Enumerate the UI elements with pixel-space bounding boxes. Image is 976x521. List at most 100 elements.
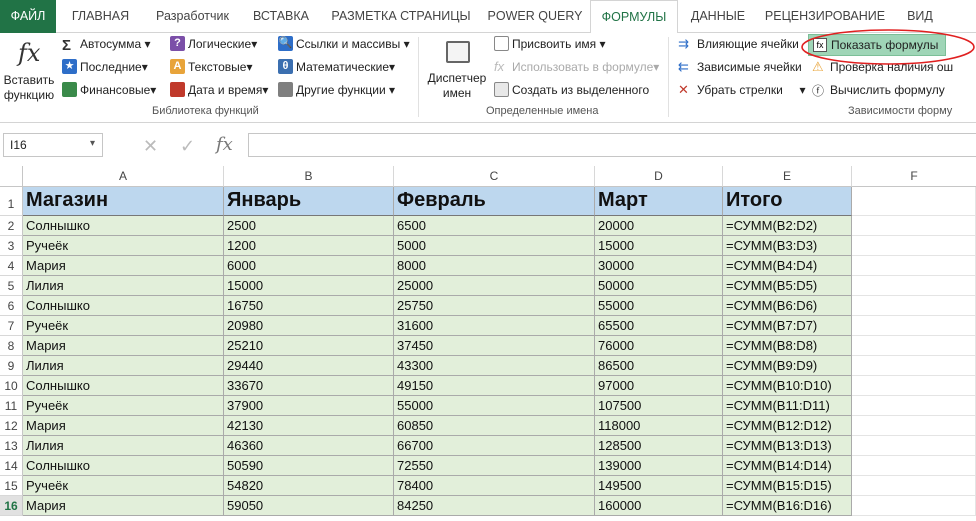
cell-f[interactable] — [852, 356, 976, 376]
header-cell-d[interactable]: Март — [595, 187, 723, 216]
insert-function-fx-icon[interactable]: fx — [216, 134, 233, 155]
cell-a[interactable]: Солнышко — [23, 376, 224, 396]
cell-a[interactable]: Солнышко — [23, 456, 224, 476]
column-header-f[interactable]: F — [852, 166, 976, 187]
row-header[interactable]: 4 — [0, 256, 23, 276]
cell-e[interactable]: =СУММ(B5:D5) — [723, 276, 852, 296]
trace-dependents-button[interactable]: Зависимые ячейки — [697, 57, 802, 77]
cell-d[interactable]: 30000 — [595, 256, 723, 276]
cell-e[interactable]: =СУММ(B10:D10) — [723, 376, 852, 396]
cell-e[interactable]: =СУММ(B4:D4) — [723, 256, 852, 276]
column-header-b[interactable]: B — [224, 166, 394, 187]
cell-e[interactable]: =СУММ(B15:D15) — [723, 476, 852, 496]
cell-f[interactable] — [852, 276, 976, 296]
cell-d[interactable]: 97000 — [595, 376, 723, 396]
row-header[interactable]: 15 — [0, 476, 23, 496]
use-in-formula-button[interactable]: Использовать в формуле▾ — [512, 57, 659, 77]
cell-e[interactable]: =СУММ(B16:D16) — [723, 496, 852, 516]
tab-page-layout[interactable]: РАЗМЕТКА СТРАНИЦЫ — [322, 0, 480, 33]
cell-c[interactable]: 66700 — [394, 436, 595, 456]
cell-f[interactable] — [852, 436, 976, 456]
cancel-icon[interactable]: ✕ — [143, 136, 158, 157]
define-name-button[interactable]: Присвоить имя ▾ — [512, 34, 606, 54]
cell-f[interactable] — [852, 376, 976, 396]
cell-a[interactable]: Лилия — [23, 276, 224, 296]
row-header[interactable]: 5 — [0, 276, 23, 296]
cell-d[interactable]: 50000 — [595, 276, 723, 296]
cell-e[interactable]: =СУММ(B6:D6) — [723, 296, 852, 316]
cell-b[interactable]: 1200 — [224, 236, 394, 256]
tab-power-query[interactable]: POWER QUERY — [480, 0, 590, 33]
cell-c[interactable]: 84250 — [394, 496, 595, 516]
cell-e[interactable]: =СУММ(B9:D9) — [723, 356, 852, 376]
cell-e[interactable]: =СУММ(B13:D13) — [723, 436, 852, 456]
cell-f[interactable] — [852, 296, 976, 316]
financial-button[interactable]: Финансовые▾ — [80, 80, 156, 100]
row-header[interactable]: 7 — [0, 316, 23, 336]
name-manager-button[interactable]: Диспетчер имен — [424, 37, 490, 103]
cell-b[interactable]: 46360 — [224, 436, 394, 456]
cell-a[interactable]: Ручеёк — [23, 396, 224, 416]
row-header[interactable]: 9 — [0, 356, 23, 376]
formula-input[interactable] — [248, 133, 976, 157]
cell-b[interactable]: 29440 — [224, 356, 394, 376]
cell-d[interactable]: 65500 — [595, 316, 723, 336]
header-cell-a[interactable]: Магазин — [23, 187, 224, 216]
cell-b[interactable]: 50590 — [224, 456, 394, 476]
cell-e[interactable]: =СУММ(B2:D2) — [723, 216, 852, 236]
cell-b[interactable]: 2500 — [224, 216, 394, 236]
cell-f[interactable] — [852, 396, 976, 416]
header-cell-f[interactable] — [852, 187, 976, 216]
row-header[interactable]: 12 — [0, 416, 23, 436]
cell-a[interactable]: Лилия — [23, 436, 224, 456]
tab-home[interactable]: ГЛАВНАЯ — [56, 0, 145, 33]
cell-b[interactable]: 25210 — [224, 336, 394, 356]
trace-precedents-button[interactable]: Влияющие ячейки — [697, 34, 799, 54]
cell-a[interactable]: Ручеёк — [23, 476, 224, 496]
lookup-reference-button[interactable]: Ссылки и массивы ▾ — [296, 34, 410, 54]
text-functions-button[interactable]: Текстовые▾ — [188, 57, 252, 77]
tab-data[interactable]: ДАННЫЕ — [678, 0, 758, 33]
cell-b[interactable]: 16750 — [224, 296, 394, 316]
cell-d[interactable]: 118000 — [595, 416, 723, 436]
cell-d[interactable]: 20000 — [595, 216, 723, 236]
cell-a[interactable]: Солнышко — [23, 216, 224, 236]
cell-e[interactable]: =СУММ(B14:D14) — [723, 456, 852, 476]
cell-e[interactable]: =СУММ(B3:D3) — [723, 236, 852, 256]
cell-b[interactable]: 59050 — [224, 496, 394, 516]
cell-f[interactable] — [852, 216, 976, 236]
cell-b[interactable]: 15000 — [224, 276, 394, 296]
row-header[interactable]: 10 — [0, 376, 23, 396]
row-header[interactable]: 6 — [0, 296, 23, 316]
math-trig-button[interactable]: Математические▾ — [296, 57, 395, 77]
cell-a[interactable]: Ручеёк — [23, 316, 224, 336]
cell-f[interactable] — [852, 256, 976, 276]
autosum-button[interactable]: Автосумма ▾ — [80, 34, 151, 54]
cell-c[interactable]: 6500 — [394, 216, 595, 236]
row-header[interactable]: 11 — [0, 396, 23, 416]
column-header-e[interactable]: E — [723, 166, 852, 187]
remove-arrows-button[interactable]: Убрать стрелки ▾ — [697, 80, 806, 100]
tab-formulas[interactable]: ФОРМУЛЫ — [590, 0, 678, 34]
cell-a[interactable]: Солнышко — [23, 296, 224, 316]
logical-button[interactable]: Логические▾ — [188, 34, 257, 54]
cell-a[interactable]: Мария — [23, 256, 224, 276]
cell-a[interactable]: Мария — [23, 336, 224, 356]
more-functions-button[interactable]: Другие функции ▾ — [296, 80, 395, 100]
cell-c[interactable]: 37450 — [394, 336, 595, 356]
header-cell-b[interactable]: Январь — [224, 187, 394, 216]
cell-f[interactable] — [852, 416, 976, 436]
insert-function-button[interactable]: fx Вставить функцию — [2, 37, 56, 103]
row-header[interactable]: 16 — [0, 496, 23, 516]
column-header-c[interactable]: C — [394, 166, 595, 187]
cell-c[interactable]: 78400 — [394, 476, 595, 496]
cell-f[interactable] — [852, 336, 976, 356]
tab-insert[interactable]: ВСТАВКА — [240, 0, 322, 33]
cell-c[interactable]: 49150 — [394, 376, 595, 396]
select-all-corner[interactable] — [0, 166, 23, 187]
worksheet-grid[interactable]: A B C D E F 1 2 3 4 5 6 7 8 9 10 11 12 13 14 15 16 Магаз… — [0, 166, 976, 521]
cell-d[interactable]: 107500 — [595, 396, 723, 416]
cell-e[interactable]: =СУММ(B8:D8) — [723, 336, 852, 356]
cell-f[interactable] — [852, 316, 976, 336]
cell-f[interactable] — [852, 476, 976, 496]
